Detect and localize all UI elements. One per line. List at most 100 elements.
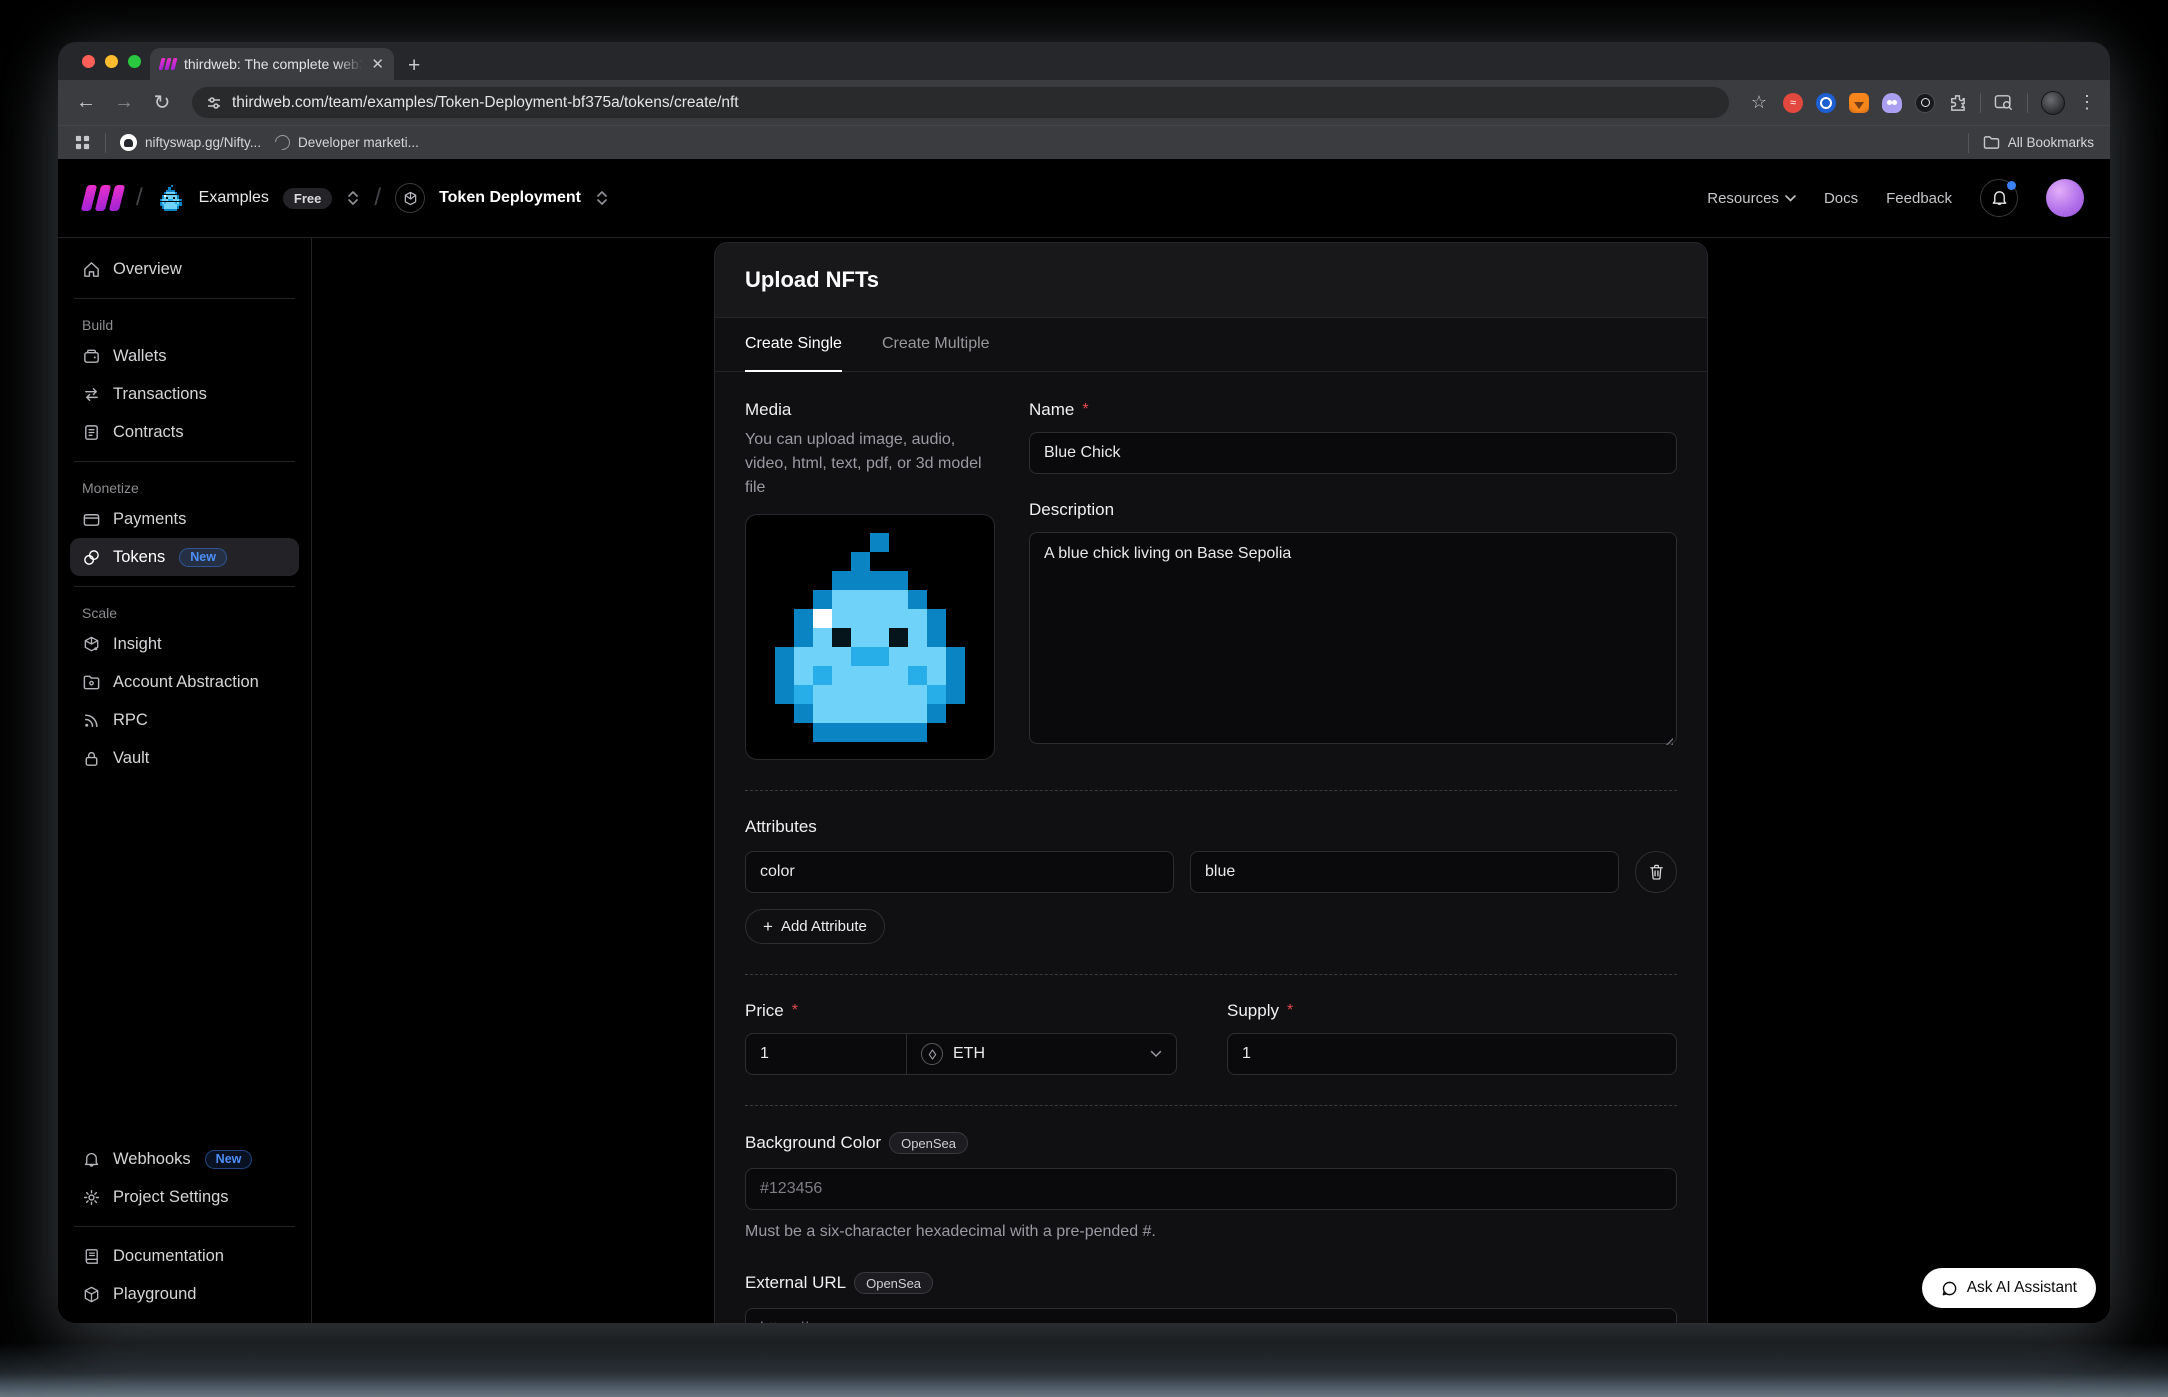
- description-input[interactable]: A blue chick living on Base Sepolia: [1029, 532, 1677, 744]
- minimize-window-button[interactable]: [105, 55, 118, 68]
- tab-search-icon[interactable]: [1994, 94, 2014, 112]
- project-icon: [395, 183, 425, 213]
- notifications-button[interactable]: [1980, 179, 2018, 217]
- forward-icon[interactable]: →: [110, 91, 138, 114]
- rss-icon: [82, 711, 101, 730]
- sidebar-item-documentation[interactable]: Documentation: [70, 1237, 299, 1275]
- phantom-extension-icon[interactable]: [1882, 93, 1902, 113]
- sidebar-label: Webhooks: [113, 1150, 191, 1169]
- sidebar-item-contracts[interactable]: Contracts: [70, 413, 299, 451]
- close-window-button[interactable]: [82, 55, 95, 68]
- extensions-puzzle-icon[interactable]: [1948, 93, 1967, 112]
- site-settings-icon[interactable]: [206, 95, 222, 111]
- external-url-input[interactable]: [745, 1308, 1677, 1323]
- sidebar-divider: [74, 586, 295, 587]
- sidebar-item-playground[interactable]: Playground: [70, 1275, 299, 1313]
- media-label: Media: [745, 400, 995, 420]
- sidebar-item-webhooks[interactable]: Webhooks New: [70, 1140, 299, 1178]
- tab-strip: thirdweb: The complete web3 ✕ +: [58, 42, 2110, 80]
- metamask-extension-icon[interactable]: [1849, 93, 1869, 113]
- tab-create-multiple[interactable]: Create Multiple: [882, 318, 990, 372]
- resources-label: Resources: [1707, 190, 1779, 207]
- folder-user-icon: [82, 673, 101, 692]
- sidebar-item-rpc[interactable]: RPC: [70, 701, 299, 739]
- team-switcher-icon[interactable]: [346, 189, 360, 207]
- delete-attribute-button[interactable]: [1635, 851, 1677, 893]
- bookmark-developer-marketing[interactable]: Developer marketi...: [275, 135, 419, 150]
- bookmark-label: Developer marketi...: [298, 135, 419, 150]
- feedback-link[interactable]: Feedback: [1886, 190, 1952, 207]
- tab-create-single[interactable]: Create Single: [745, 318, 842, 372]
- sidebar-section-monetize: Monetize: [70, 472, 299, 500]
- media-upload-preview[interactable]: [745, 514, 995, 760]
- price-label: Price*: [745, 1001, 1177, 1021]
- bell-icon: [82, 1150, 101, 1169]
- chat-bubble-icon: [1941, 1280, 1958, 1297]
- resources-menu[interactable]: Resources: [1707, 190, 1796, 207]
- tab-close-icon[interactable]: ✕: [371, 55, 384, 73]
- extension-icon-clock[interactable]: [1915, 93, 1935, 113]
- sidebar-item-wallets[interactable]: Wallets: [70, 337, 299, 375]
- sidebar-item-vault[interactable]: Vault: [70, 739, 299, 777]
- plan-badge: Free: [283, 188, 332, 209]
- bookmark-star-icon[interactable]: ☆: [1745, 92, 1773, 113]
- apps-grid-icon[interactable]: [74, 134, 91, 151]
- browser-tab[interactable]: thirdweb: The complete web3 ✕: [150, 48, 394, 80]
- browser-menu-icon[interactable]: ⋮: [2078, 92, 2096, 113]
- attribute-value-input[interactable]: [1190, 851, 1619, 893]
- bookmark-favicon: [272, 132, 293, 153]
- browser-profile-avatar[interactable]: [2041, 91, 2065, 115]
- team-name[interactable]: Examples: [199, 189, 269, 207]
- description-label: Description: [1029, 500, 1677, 520]
- reload-icon[interactable]: ↻: [148, 90, 176, 115]
- bookmark-niftyswap[interactable]: niftyswap.gg/Nifty...: [120, 134, 261, 151]
- back-icon[interactable]: ←: [72, 91, 100, 114]
- sidebar-label: Payments: [113, 510, 186, 529]
- maximize-window-button[interactable]: [128, 55, 141, 68]
- thirdweb-logo[interactable]: [84, 185, 122, 211]
- sidebar-label: Tokens: [113, 548, 165, 567]
- sidebar-label: Insight: [113, 635, 162, 654]
- project-switcher-icon[interactable]: [595, 189, 609, 207]
- opensea-badge: OpenSea: [889, 1132, 968, 1154]
- project-name[interactable]: Token Deployment: [439, 189, 581, 207]
- add-attribute-button[interactable]: + Add Attribute: [745, 909, 885, 944]
- browser-toolbar: ← → ↻ thirdweb.com/team/examples/Token-D…: [58, 80, 2110, 125]
- new-badge: New: [179, 548, 227, 567]
- supply-label: Supply*: [1227, 1001, 1677, 1021]
- document-icon: [82, 423, 101, 442]
- lock-icon: [82, 749, 101, 768]
- chevron-down-icon: [1150, 1045, 1162, 1063]
- price-input[interactable]: [745, 1033, 907, 1075]
- attribute-key-input[interactable]: [745, 851, 1174, 893]
- currency-select[interactable]: ETH: [907, 1033, 1177, 1075]
- sidebar-item-insight[interactable]: Insight: [70, 625, 299, 663]
- background-color-helper: Must be a six-character hexadecimal with…: [745, 1220, 1677, 1244]
- upload-nfts-card: Upload NFTs Create Single Create Multipl…: [714, 242, 1708, 1323]
- supply-input[interactable]: [1227, 1033, 1677, 1075]
- all-bookmarks-button[interactable]: All Bookmarks: [1983, 135, 2094, 150]
- name-input[interactable]: [1029, 432, 1677, 474]
- sidebar-item-project-settings[interactable]: Project Settings: [70, 1178, 299, 1216]
- sidebar-item-transactions[interactable]: Transactions: [70, 375, 299, 413]
- extension-icon-blue[interactable]: [1816, 93, 1836, 113]
- new-badge: New: [205, 1150, 253, 1169]
- docs-link[interactable]: Docs: [1824, 190, 1858, 207]
- book-icon: [82, 1247, 101, 1266]
- user-avatar[interactable]: [2046, 179, 2084, 217]
- sidebar-item-overview[interactable]: Overview: [70, 250, 299, 288]
- address-bar[interactable]: thirdweb.com/team/examples/Token-Deploym…: [192, 87, 1729, 118]
- sidebar-section-build: Build: [70, 309, 299, 337]
- page-title: Upload NFTs: [745, 267, 1677, 293]
- sidebar-section-scale: Scale: [70, 597, 299, 625]
- extension-icon-red[interactable]: [1783, 93, 1803, 113]
- bell-icon: [1991, 189, 2008, 207]
- package-icon: [82, 635, 101, 654]
- sidebar-item-account-abstraction[interactable]: Account Abstraction: [70, 663, 299, 701]
- ask-ai-assistant-button[interactable]: Ask AI Assistant: [1922, 1268, 2096, 1308]
- sidebar-label: Wallets: [113, 347, 166, 366]
- sidebar-item-payments[interactable]: Payments: [70, 500, 299, 538]
- background-color-input[interactable]: [745, 1168, 1677, 1210]
- sidebar-item-tokens[interactable]: Tokens New: [70, 538, 299, 576]
- new-tab-button[interactable]: +: [408, 55, 420, 76]
